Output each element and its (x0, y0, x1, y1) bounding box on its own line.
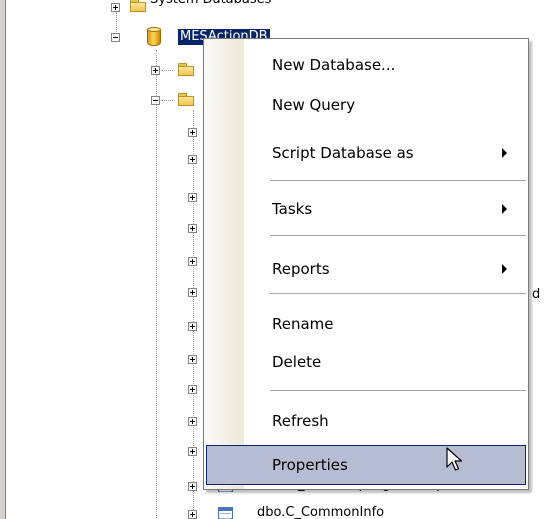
mouse-pointer-icon (446, 447, 463, 471)
menu-separator (270, 180, 526, 181)
expand-table[interactable] (188, 385, 197, 394)
database-icon (147, 27, 161, 47)
expand-table[interactable] (188, 155, 197, 164)
expand-folder[interactable] (151, 66, 160, 75)
menu-item-script-database-as[interactable]: Script Database as (206, 133, 526, 173)
menu-item-label: Properties (272, 456, 348, 474)
expand-table[interactable] (188, 193, 197, 202)
tree-node-table[interactable]: dbo.C_CommonInfo (257, 505, 384, 519)
menu-item-properties[interactable]: Properties (206, 445, 526, 485)
menu-item-label: Reports (272, 260, 330, 278)
menu-item-delete[interactable]: Delete (206, 342, 526, 382)
folder-icon (178, 63, 194, 76)
menu-separator (270, 293, 526, 294)
menu-item-rename[interactable]: Rename (206, 304, 526, 344)
tree-node-partial-text: d (532, 287, 541, 302)
expand-table[interactable] (188, 510, 197, 519)
expand-table[interactable] (188, 417, 197, 426)
folder-icon (178, 93, 194, 106)
menu-item-label: New Database... (272, 56, 396, 74)
menu-item-refresh[interactable]: Refresh (206, 401, 526, 441)
submenu-arrow-icon (502, 204, 507, 214)
expand-system-databases[interactable] (111, 3, 120, 12)
object-explorer: System Databases MESActionDB d dbo.m_tra… (0, 0, 551, 519)
context-menu: New Database... New Query Script Databas… (203, 38, 529, 490)
menu-separator (270, 390, 526, 391)
expand-table[interactable] (188, 288, 197, 297)
menu-item-label: Refresh (272, 412, 329, 430)
menu-item-label: Tasks (272, 200, 313, 218)
expand-table[interactable] (188, 355, 197, 364)
table-icon (218, 507, 233, 519)
menu-item-new-database[interactable]: New Database... (206, 45, 526, 85)
menu-item-label: New Query (272, 96, 356, 114)
menu-item-new-query[interactable]: New Query (206, 85, 526, 125)
menu-item-label: Script Database as (272, 144, 414, 162)
menu-item-reports[interactable]: Reports (206, 249, 526, 289)
menu-item-label: Delete (272, 353, 322, 371)
collapse-database[interactable] (111, 33, 120, 42)
tree-node-system-databases[interactable]: System Databases (150, 0, 271, 8)
submenu-arrow-icon (502, 148, 507, 158)
expand-table[interactable] (188, 482, 197, 491)
submenu-arrow-icon (502, 264, 507, 274)
expand-table[interactable] (188, 322, 197, 331)
expand-table[interactable] (188, 128, 197, 137)
panel-left-border (0, 0, 6, 519)
menu-separator (270, 235, 526, 236)
expand-table[interactable] (188, 447, 197, 456)
folder-icon (130, 0, 146, 12)
menu-item-label: Rename (272, 315, 334, 333)
expand-table[interactable] (188, 224, 197, 233)
expand-table[interactable] (188, 257, 197, 266)
collapse-folder[interactable] (151, 96, 160, 105)
menu-item-tasks[interactable]: Tasks (206, 189, 526, 229)
